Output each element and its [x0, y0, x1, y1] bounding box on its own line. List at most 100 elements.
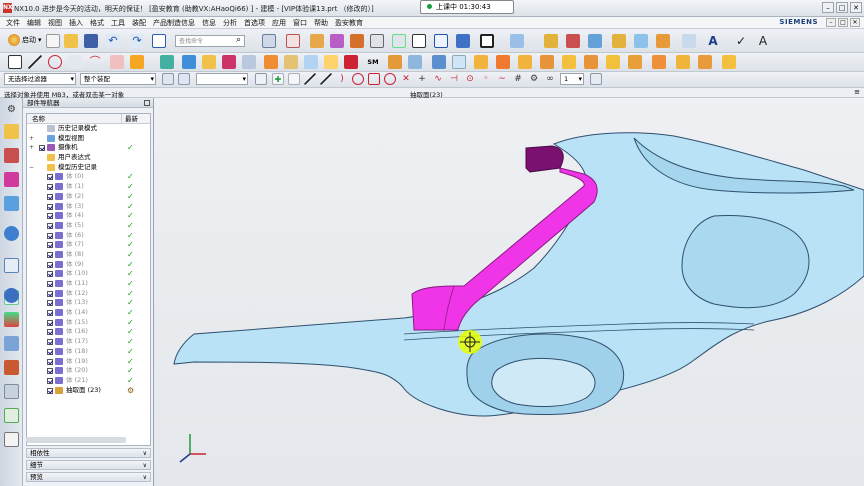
paste-face-icon[interactable]: [628, 55, 642, 69]
snap-line-icon[interactable]: [320, 73, 332, 85]
snap-tangent-icon[interactable]: ⊙: [464, 73, 476, 85]
preview-panel[interactable]: 预览 ∨: [26, 472, 151, 482]
visibility-checkbox[interactable]: [47, 290, 53, 297]
text-icon[interactable]: A: [706, 34, 720, 48]
label-chamfer-icon[interactable]: [676, 55, 690, 69]
type-filter-select[interactable]: 无选择过滤器: [4, 73, 76, 85]
visibility-checkbox[interactable]: [47, 251, 53, 258]
visibility-checkbox[interactable]: [47, 387, 53, 394]
status-menu-icon[interactable]: ≡: [854, 88, 860, 96]
snap-mode-select[interactable]: [196, 73, 248, 85]
tree-row[interactable]: 体 (12) ✓: [27, 289, 150, 299]
pattern-icon[interactable]: [242, 55, 256, 69]
menu-edit[interactable]: 编辑: [27, 18, 41, 28]
visibility-checkbox[interactable]: [47, 271, 53, 278]
visibility-checkbox[interactable]: [47, 193, 53, 200]
draft-icon[interactable]: [304, 55, 318, 69]
tree-expand-toggle[interactable]: −: [29, 163, 34, 173]
snap-center-icon[interactable]: [384, 73, 396, 85]
visibility-checkbox[interactable]: [47, 310, 53, 317]
pmi-icon[interactable]: [612, 34, 626, 48]
shell-icon[interactable]: [284, 55, 298, 69]
tree-row[interactable]: 体 (2) ✓: [27, 192, 150, 202]
window-select-icon[interactable]: [152, 34, 166, 48]
panel-maximize-icon[interactable]: [144, 100, 150, 106]
surface-icon[interactable]: [544, 34, 558, 48]
measure-icon[interactable]: [588, 34, 602, 48]
snap-curve-icon[interactable]: ): [336, 73, 348, 85]
visibility-checkbox[interactable]: [47, 358, 53, 365]
visibility-checkbox[interactable]: [47, 339, 53, 346]
new-file-icon[interactable]: [46, 34, 60, 48]
visibility-checkbox[interactable]: [47, 329, 53, 336]
box-icon[interactable]: [182, 55, 196, 69]
view-cube-icon[interactable]: [255, 73, 267, 85]
sew-icon[interactable]: [344, 55, 358, 69]
snap-mid-icon[interactable]: [304, 73, 316, 85]
tree-row[interactable]: 体 (8) ✓: [27, 250, 150, 260]
doc-minimize-button[interactable]: –: [826, 18, 836, 27]
tree-row[interactable]: 体 (21) ✓: [27, 376, 150, 386]
layer-icon[interactable]: [634, 34, 648, 48]
cube-icon[interactable]: [160, 55, 174, 69]
snap-grid-icon[interactable]: #: [512, 73, 524, 85]
tree-row[interactable]: + 模型视图: [27, 134, 150, 144]
sketch-icon[interactable]: [262, 34, 276, 48]
tree-row[interactable]: 体 (16) ✓: [27, 327, 150, 337]
snap-face-icon[interactable]: ∿: [432, 73, 444, 85]
snap-arc-icon[interactable]: [352, 73, 364, 85]
visibility-checkbox[interactable]: [47, 213, 53, 220]
history-tab-icon[interactable]: [4, 258, 19, 273]
close-button[interactable]: ✕: [850, 2, 862, 13]
cylinder-icon[interactable]: [202, 55, 216, 69]
snap-link-icon[interactable]: ∞: [544, 73, 556, 85]
tree-row[interactable]: 体 (19) ✓: [27, 357, 150, 367]
datum-icon[interactable]: [286, 34, 300, 48]
pull-face-icon[interactable]: [540, 55, 554, 69]
dependencies-expand-icon[interactable]: ∨: [143, 449, 147, 458]
visibility-checkbox[interactable]: [47, 174, 53, 181]
tree-row[interactable]: 体 (7) ✓: [27, 240, 150, 250]
visibility-checkbox[interactable]: [47, 319, 53, 326]
checkmate-tab-icon[interactable]: [4, 408, 19, 423]
menu-preferences[interactable]: 首选项: [244, 18, 265, 28]
menu-application[interactable]: 应用: [272, 18, 286, 28]
visibility-checkbox[interactable]: [47, 203, 53, 210]
spline-icon[interactable]: [68, 55, 82, 69]
maximize-button[interactable]: □: [836, 2, 848, 13]
roles-tab-icon[interactable]: [4, 336, 19, 351]
unite-icon[interactable]: [350, 34, 364, 48]
flange-icon[interactable]: [388, 55, 402, 69]
curve-icon[interactable]: ⌒: [88, 55, 102, 69]
more-features-icon[interactable]: [392, 34, 406, 48]
visibility-checkbox[interactable]: [39, 145, 45, 152]
tools-tab-icon[interactable]: [4, 384, 19, 399]
details-panel[interactable]: 细节 ∨: [26, 460, 151, 470]
dependencies-panel[interactable]: 相依性 ∨: [26, 448, 151, 458]
menu-insert[interactable]: 插入: [69, 18, 83, 28]
menu-file[interactable]: 文件: [6, 18, 20, 28]
snap-end-icon[interactable]: [288, 73, 300, 85]
graphics-window[interactable]: [154, 98, 864, 486]
tree-row[interactable]: 体 (6) ✓: [27, 231, 150, 241]
delete-face-icon[interactable]: [496, 55, 510, 69]
analysis-icon[interactable]: [566, 34, 580, 48]
bend-icon[interactable]: [408, 55, 422, 69]
resize-blend-icon[interactable]: [518, 55, 532, 69]
system-materials-tab-icon[interactable]: [4, 360, 19, 375]
sheet-metal-icon[interactable]: SM: [366, 55, 380, 69]
label-notch-icon[interactable]: [698, 55, 712, 69]
visibility-checkbox[interactable]: [47, 377, 53, 384]
tree-row[interactable]: + 摄像机 ✓: [27, 143, 150, 153]
tree-row[interactable]: 体 (14) ✓: [27, 308, 150, 318]
trim-icon[interactable]: [222, 55, 236, 69]
save-icon[interactable]: [84, 34, 98, 48]
menu-analysis[interactable]: 分析: [223, 18, 237, 28]
tree-row[interactable]: 体 (20) ✓: [27, 366, 150, 376]
menu-tools[interactable]: 工具: [111, 18, 125, 28]
snap-bounded-icon[interactable]: ⊣: [448, 73, 460, 85]
navigator-horizontal-scrollbar[interactable]: [26, 437, 126, 443]
check-icon[interactable]: ✓: [734, 34, 748, 48]
menu-help[interactable]: 帮助: [314, 18, 328, 28]
web-browser-tab-icon[interactable]: [4, 226, 19, 241]
